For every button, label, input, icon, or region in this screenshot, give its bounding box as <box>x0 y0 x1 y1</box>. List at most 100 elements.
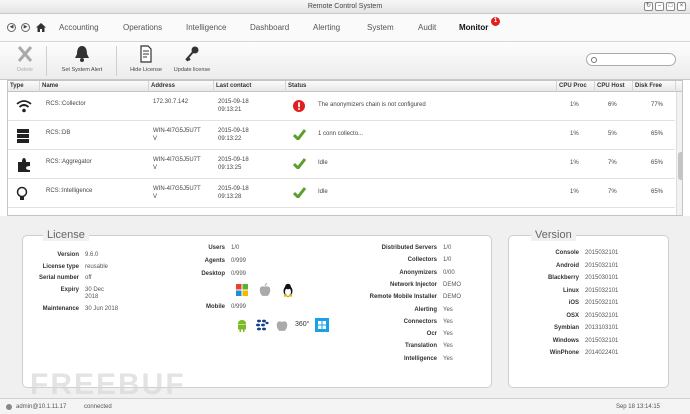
kv-label: Remote Mobile Installer <box>369 294 437 301</box>
tab-monitor[interactable]: Monitor <box>459 14 488 42</box>
kv-value: 0/999 <box>231 271 247 277</box>
search-input[interactable] <box>586 53 676 66</box>
kv-label: Users <box>208 245 225 251</box>
cell-cpu-host: 5% <box>608 131 617 137</box>
windows-icon <box>235 283 249 297</box>
kv-row: Agents 0/999 <box>183 258 246 265</box>
close-icon[interactable]: × <box>677 2 686 11</box>
refresh-icon[interactable]: ↻ <box>644 2 653 11</box>
kv-value: 1/0 <box>443 257 452 264</box>
kv-value: DEMO <box>443 281 461 288</box>
cell-cpu-host: 6% <box>608 102 617 108</box>
column-header-last-contact[interactable]: Last contact <box>214 81 286 92</box>
kv-row: Connectors Yes <box>353 319 453 326</box>
error-icon <box>293 100 305 114</box>
cell-status: The anonymizers chain is not configured <box>318 102 426 108</box>
column-header-name[interactable]: Name <box>40 81 149 92</box>
kv-value: 30 Jun 2018 <box>85 306 119 312</box>
kv-row: Maintenance 30 Jun 2018 <box>27 306 118 313</box>
kv-row: Desktop 0/999 <box>183 271 246 278</box>
delete-label: Delete <box>17 67 33 73</box>
cell-address: WIN-4I7G5J5U7T V <box>153 186 201 200</box>
column-header-disk-free[interactable]: Disk Free <box>633 81 676 92</box>
table-header: Type Name Address Last contact Status CP… <box>8 81 682 92</box>
version-row: Console 2015032101 <box>515 250 618 256</box>
column-header-type[interactable]: Type <box>8 81 40 92</box>
kv-label: Agents <box>204 258 225 264</box>
ok-icon <box>292 129 307 143</box>
delete-button[interactable]: Delete <box>8 45 42 79</box>
cell-last-contact: 2015-09-18 09:13:21 <box>218 99 249 113</box>
kv-label: Alerting <box>414 306 437 313</box>
table-row[interactable]: RCS::Intelligence WIN-4I7G5J5U7T V 2015-09-… <box>8 179 675 208</box>
toolbar-separator <box>46 46 47 76</box>
cell-cpu-host: 7% <box>608 189 617 195</box>
tab-audit[interactable]: Audit <box>418 14 436 42</box>
kv-value: Yes <box>443 306 453 313</box>
tab-system[interactable]: System <box>367 14 394 42</box>
back-icon[interactable]: ◀ <box>7 23 16 32</box>
column-header-address[interactable]: Address <box>149 81 214 92</box>
cell-status: Idle <box>318 189 328 195</box>
kv-row: Distributed Servers 1/0 <box>353 245 452 252</box>
table-row[interactable]: RCS::Aggregator WIN-4I7G5J5U7T V 2015-09-18… <box>8 150 675 179</box>
search-icon <box>591 57 597 63</box>
update-license-button[interactable]: Update license <box>170 45 214 79</box>
version-row: Blackberry 2015030101 <box>515 275 618 281</box>
cell-cpu-proc: 1% <box>570 189 579 195</box>
column-header-cpu-host[interactable]: CPU Host <box>595 81 633 92</box>
home-icon[interactable] <box>36 23 46 32</box>
version-platform: iOS <box>568 300 579 306</box>
version-row: Android 2015032101 <box>515 263 618 269</box>
key-icon <box>185 46 199 62</box>
kv-value: 0/00 <box>443 269 455 276</box>
version-row: Windows 2015032101 <box>515 337 619 344</box>
kv-label: Expiry <box>60 286 79 293</box>
license-document-icon <box>140 45 152 63</box>
column-header-status[interactable]: Status <box>286 81 557 92</box>
tab-intelligence[interactable]: Intelligence <box>186 14 226 42</box>
tab-dashboard[interactable]: Dashboard <box>250 14 289 42</box>
android-icon <box>235 318 249 332</box>
version-row: WinPhone 2014022401 <box>515 350 619 356</box>
table-row[interactable]: RCS::DB WIN-4I7G5J5U7T V 2015-09-18 09:13:22… <box>8 121 675 150</box>
kv-row: Users 1/0 <box>183 245 239 252</box>
tab-alerting[interactable]: Alerting <box>313 14 340 42</box>
hide-license-label: Hide License <box>130 67 162 73</box>
table-row[interactable]: RCS::Collector 172.30.7.142 2015-09-18 09:1… <box>8 92 675 121</box>
kv-label: Translation <box>404 343 437 350</box>
table-row[interactable]: WIN-4I7G5J5U7T2015-09-18 <box>8 208 675 215</box>
version-platform: OSX <box>566 312 579 319</box>
cell-name: RCS::Intelligence <box>46 188 93 194</box>
tab-accounting[interactable]: Accounting <box>59 14 99 42</box>
tab-operations[interactable]: Operations <box>123 14 162 42</box>
version-number: 2015032101 <box>585 337 619 344</box>
column-header-cpu-proc[interactable]: CPU Proc <box>557 81 595 92</box>
scrollbar-thumb[interactable] <box>678 152 682 180</box>
kv-row: Expiry 30 Dec 2018 <box>27 287 104 301</box>
blackberry-icon <box>255 318 269 332</box>
cell-disk-free: 65% <box>651 160 664 166</box>
version-row: iOS 2015032101 <box>515 300 619 306</box>
version-platform: WinPhone <box>549 350 579 356</box>
table-scrollbar[interactable] <box>676 92 682 215</box>
kv-value: 30 Dec 2018 <box>85 286 105 300</box>
ok-icon <box>292 187 307 201</box>
cell-disk-free: 65% <box>651 189 664 195</box>
kv-label: License type <box>42 263 79 270</box>
kv-value: Yes <box>443 343 453 350</box>
delete-icon <box>17 46 33 62</box>
forward-icon[interactable]: ▶ <box>21 23 30 32</box>
kv-row: Remote Mobile Installer DEMO <box>353 294 461 301</box>
hide-license-button[interactable]: Hide License <box>126 45 166 79</box>
minimize-icon[interactable]: – <box>655 2 664 11</box>
kv-row: Mobile 0/999 <box>183 304 246 311</box>
kv-value: reusable <box>85 263 109 270</box>
ok-icon <box>292 158 307 172</box>
version-row: Symbian 2013103101 <box>515 325 618 331</box>
version-row: OSX 2015032101 <box>515 313 618 319</box>
maximize-icon[interactable]: □ <box>666 2 675 11</box>
update-license-label: Update license <box>173 67 211 73</box>
cell-address: WIN-4I7G5J5U7T V <box>153 157 201 171</box>
set-system-alert-button[interactable]: Set System Alert <box>56 45 108 79</box>
